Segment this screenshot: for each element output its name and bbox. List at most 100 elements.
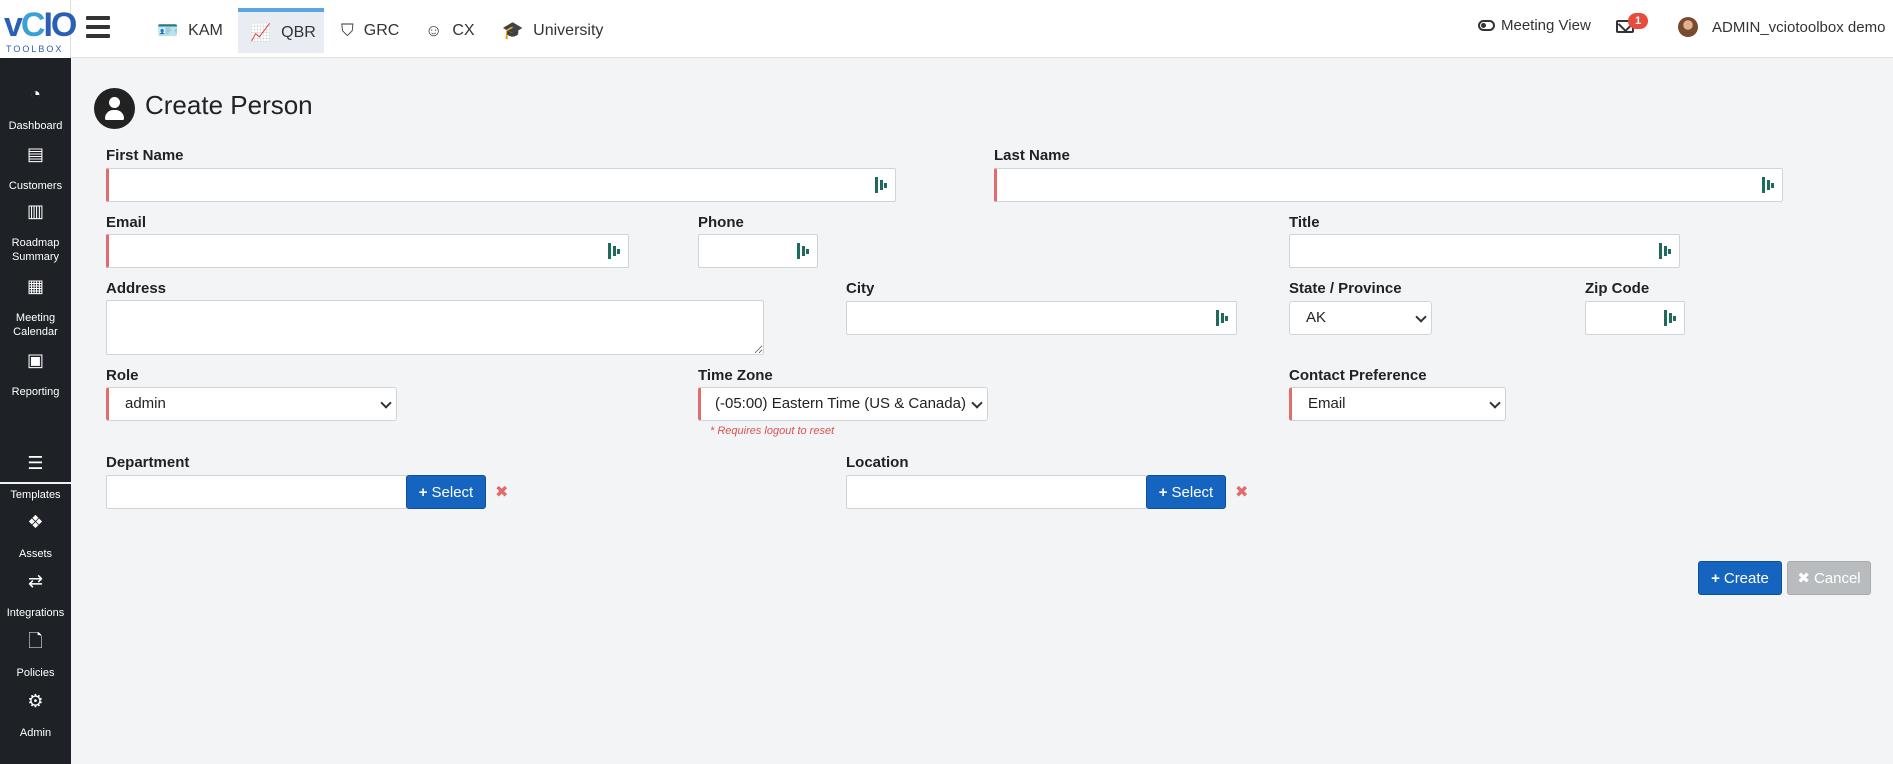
- keyboard-icon[interactable]: [1216, 310, 1228, 326]
- user-menu[interactable]: ADMIN_vciotoolbox demo: [1678, 17, 1885, 37]
- location-field[interactable]: [846, 475, 1147, 509]
- department-input[interactable]: [107, 476, 406, 508]
- tab-label: QBR: [281, 23, 316, 41]
- tab-university[interactable]: 🎓 University: [490, 8, 615, 53]
- sidebar-item-templates[interactable]: ☰ Templates: [0, 453, 71, 502]
- timezone-note: * Requires logout to reset: [710, 425, 835, 437]
- create-button[interactable]: + Create: [1698, 561, 1782, 595]
- phone-field[interactable]: [698, 234, 818, 268]
- tab-grc[interactable]: ⛉ GRC: [329, 8, 411, 53]
- sidebar-item-assets[interactable]: ❖ Assets: [0, 512, 71, 561]
- role-label: Role: [106, 367, 139, 384]
- last-name-input[interactable]: [997, 169, 1782, 201]
- email-input[interactable]: [109, 235, 628, 267]
- sidebar-item-meeting-calendar[interactable]: ▦ Meeting Calendar: [0, 276, 71, 339]
- map-icon: ▥: [26, 201, 44, 221]
- cubes-icon: ❖: [27, 512, 44, 532]
- contact-preference-select[interactable]: Email: [1289, 387, 1506, 421]
- chart-line-icon: 📈: [250, 22, 272, 42]
- first-name-field[interactable]: [106, 168, 896, 202]
- sidebar-item-dashboard[interactable]: ◔ Dashboard: [0, 84, 71, 133]
- keyboard-icon[interactable]: [797, 243, 809, 259]
- sidebar-item-label: Meeting Calendar: [13, 312, 58, 338]
- menu-toggle-icon[interactable]: [86, 16, 110, 38]
- chevron-down-icon: [380, 397, 392, 409]
- address-card-icon: ▤: [26, 144, 44, 164]
- city-input[interactable]: [847, 302, 1236, 334]
- first-name-input[interactable]: [109, 169, 895, 201]
- location-input[interactable]: [847, 476, 1146, 508]
- location-select-button[interactable]: + Select: [1146, 475, 1226, 509]
- location-clear-icon[interactable]: ✖: [1235, 482, 1248, 502]
- shuffle-icon: ⇄: [27, 571, 44, 591]
- department-label: Department: [106, 454, 190, 471]
- last-name-field[interactable]: [994, 168, 1783, 202]
- tab-cx[interactable]: ☺ CX: [413, 8, 487, 53]
- address-label: Address: [106, 280, 167, 297]
- state-value: AK: [1306, 309, 1327, 326]
- sidebar-item-label: Admin: [19, 727, 52, 739]
- department-clear-icon[interactable]: ✖: [495, 482, 508, 502]
- tab-kam[interactable]: 🪪 KAM: [145, 8, 235, 53]
- logo-subtext: TOOLBOX: [6, 44, 64, 54]
- tab-qbr[interactable]: 📈 QBR: [238, 8, 324, 53]
- calendar-icon: ▦: [26, 276, 44, 296]
- layers-icon: ☰: [27, 453, 44, 473]
- cancel-button[interactable]: ✖ Cancel: [1787, 561, 1871, 595]
- timezone-select[interactable]: (-05:00) Eastern Time (US & Canada): [698, 387, 988, 421]
- department-field[interactable]: [106, 475, 407, 509]
- timezone-label: Time Zone: [698, 367, 773, 384]
- keyboard-icon[interactable]: [1762, 177, 1774, 193]
- button-label: Select: [1171, 483, 1214, 501]
- sidebar-item-label: Policies: [16, 667, 55, 679]
- sidebar-item-label: Assets: [18, 548, 52, 560]
- address-textarea[interactable]: [107, 301, 763, 354]
- sidebar-item-label: Roadmap Summary: [11, 237, 60, 263]
- sidebar-item-policies[interactable]: 🗋 Policies: [0, 632, 71, 680]
- button-label: Select: [431, 483, 474, 501]
- department-select-button[interactable]: + Select: [406, 475, 486, 509]
- city-field[interactable]: [846, 301, 1237, 335]
- sidebar-item-admin[interactable]: ⚙ Admin: [0, 692, 71, 740]
- keyboard-icon[interactable]: [1664, 310, 1676, 326]
- tachometer-icon: ◔: [30, 84, 41, 104]
- chevron-down-icon: [971, 397, 983, 409]
- city-label: City: [846, 280, 875, 297]
- app-logo[interactable]: vCIO TOOLBOX: [0, 0, 77, 58]
- close-icon: ✖: [1797, 570, 1810, 587]
- email-field[interactable]: [106, 234, 629, 268]
- location-label: Location: [846, 454, 909, 471]
- tab-label: KAM: [188, 21, 223, 39]
- zip-field[interactable]: [1585, 301, 1685, 335]
- plus-icon: +: [1711, 569, 1720, 587]
- sidebar: ◔ Dashboard ▤ Customers ▥ Roadmap Summar…: [0, 58, 71, 764]
- address-field[interactable]: [106, 300, 764, 355]
- state-select[interactable]: AK: [1289, 301, 1432, 335]
- main-content: Create Person First Name Last Name Email…: [71, 58, 1893, 764]
- sidebar-item-reporting[interactable]: ▣ Reporting: [0, 350, 71, 399]
- sidebar-item-integrations[interactable]: ⇄ Integrations: [0, 571, 71, 620]
- role-select[interactable]: admin: [106, 387, 397, 421]
- sidebar-item-roadmap-summary[interactable]: ▥ Roadmap Summary: [0, 201, 71, 264]
- sidebar-item-label: Dashboard: [8, 120, 63, 132]
- keyboard-icon[interactable]: [875, 177, 887, 193]
- keyboard-icon[interactable]: [608, 243, 620, 259]
- sidebar-item-label: Templates: [10, 489, 61, 501]
- chevron-down-icon: [1489, 397, 1501, 409]
- meeting-view-toggle[interactable]: Meeting View: [1478, 17, 1591, 34]
- graduation-cap-icon: 🎓: [502, 20, 524, 40]
- id-card-icon: 🪪: [157, 20, 179, 40]
- title-field[interactable]: [1289, 234, 1680, 268]
- mail-count-badge: 1: [1628, 13, 1648, 29]
- newspaper-icon: ▣: [26, 350, 44, 370]
- zip-label: Zip Code: [1585, 280, 1650, 297]
- tab-label: CX: [452, 21, 475, 39]
- timezone-value: (-05:00) Eastern Time (US & Canada): [715, 395, 966, 412]
- shield-icon: ⛉: [341, 20, 354, 40]
- sidebar-item-customers[interactable]: ▤ Customers: [0, 144, 71, 193]
- title-input[interactable]: [1290, 235, 1679, 267]
- contact-preference-label: Contact Preference: [1289, 367, 1427, 384]
- keyboard-icon[interactable]: [1659, 243, 1671, 259]
- title-label: Title: [1289, 214, 1320, 231]
- button-label: Create: [1723, 569, 1769, 587]
